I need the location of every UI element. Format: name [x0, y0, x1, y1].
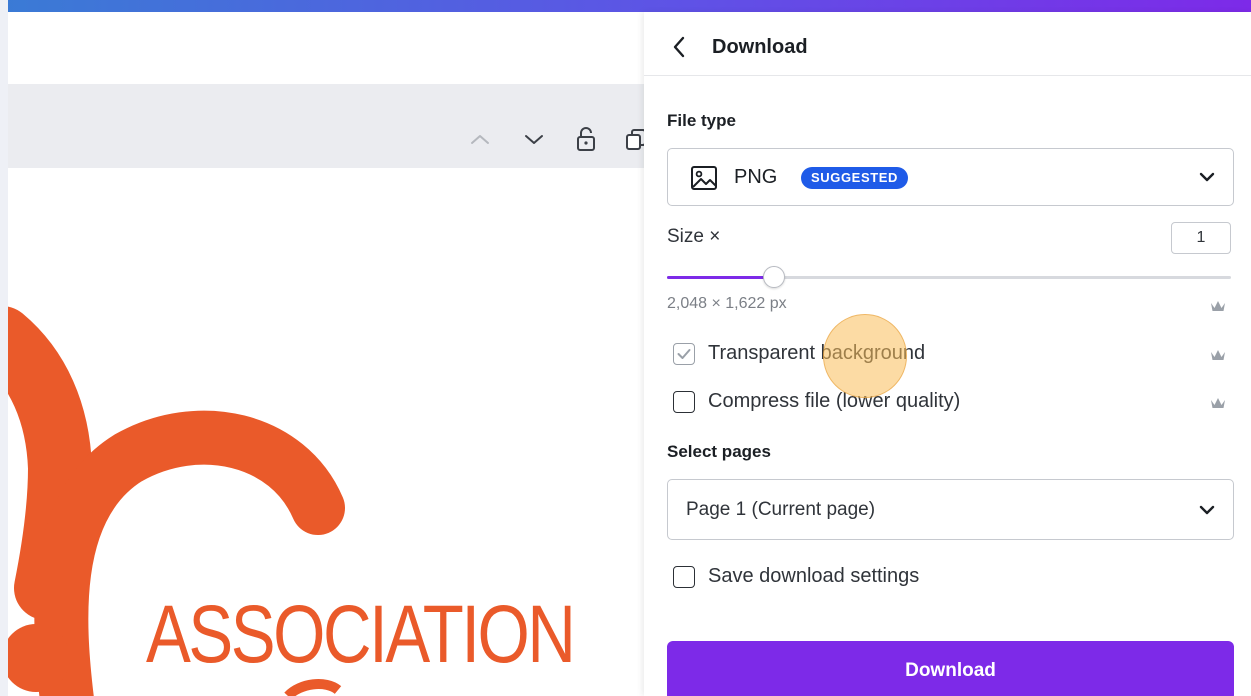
compress-file-checkbox[interactable] — [673, 390, 695, 413]
top-gradient-bar — [0, 0, 1251, 12]
size-input[interactable]: 1 — [1171, 222, 1231, 254]
slider-thumb[interactable] — [763, 266, 786, 288]
pages-select[interactable]: Page 1 (Current page) — [667, 479, 1234, 540]
size-label: Size × — [667, 226, 721, 247]
check-icon — [677, 348, 691, 359]
transparent-background-label: Transparent background — [708, 342, 926, 364]
compress-file-label: Compress file (lower quality) — [708, 390, 961, 412]
chevron-left-icon — [673, 36, 685, 58]
association-text: ASSOCIATION — [146, 589, 576, 680]
crown-icon — [1210, 396, 1226, 410]
size-slider[interactable] — [667, 266, 1231, 288]
download-button[interactable]: Download — [667, 641, 1234, 696]
panel-header: Download — [644, 12, 1251, 76]
save-settings-checkbox[interactable] — [673, 565, 695, 588]
crown-icon — [1210, 299, 1226, 313]
chevron-down-icon — [1199, 505, 1215, 515]
duplicate-icon[interactable] — [622, 125, 644, 153]
transparent-background-option[interactable]: Transparent background — [673, 342, 925, 365]
save-settings-label: Save download settings — [708, 565, 920, 587]
design-canvas[interactable]: ASSOCIATION — [8, 168, 644, 696]
editor-header — [8, 12, 644, 84]
compress-file-option[interactable]: Compress file (lower quality) — [673, 390, 960, 413]
save-settings-option[interactable]: Save download settings — [673, 565, 919, 588]
select-pages-label: Select pages — [667, 442, 771, 461]
file-type-label: File type — [667, 111, 736, 130]
slider-fill — [667, 276, 775, 279]
dimensions-text: 2,048 × 1,622 px — [667, 295, 787, 312]
panel-title: Download — [712, 36, 808, 58]
lock-icon[interactable] — [572, 125, 600, 153]
chevron-down-icon — [1199, 172, 1215, 182]
editor-toolbar — [8, 84, 644, 168]
back-button[interactable] — [666, 32, 692, 62]
left-edge — [0, 0, 8, 696]
editor-area: ASSOCIATION — [8, 12, 644, 696]
download-panel: Download File type PNG SUGGESTED Size × … — [644, 12, 1251, 696]
chevron-down-icon[interactable] — [520, 125, 548, 153]
transparent-background-checkbox[interactable] — [673, 342, 695, 365]
file-type-value: PNG — [734, 166, 778, 188]
chevron-up-icon[interactable] — [466, 125, 494, 153]
crown-icon — [1210, 348, 1226, 362]
image-icon — [690, 165, 718, 191]
pages-select-value: Page 1 (Current page) — [686, 499, 876, 520]
suggested-badge: SUGGESTED — [801, 167, 909, 189]
file-type-select[interactable]: PNG SUGGESTED — [667, 148, 1234, 206]
